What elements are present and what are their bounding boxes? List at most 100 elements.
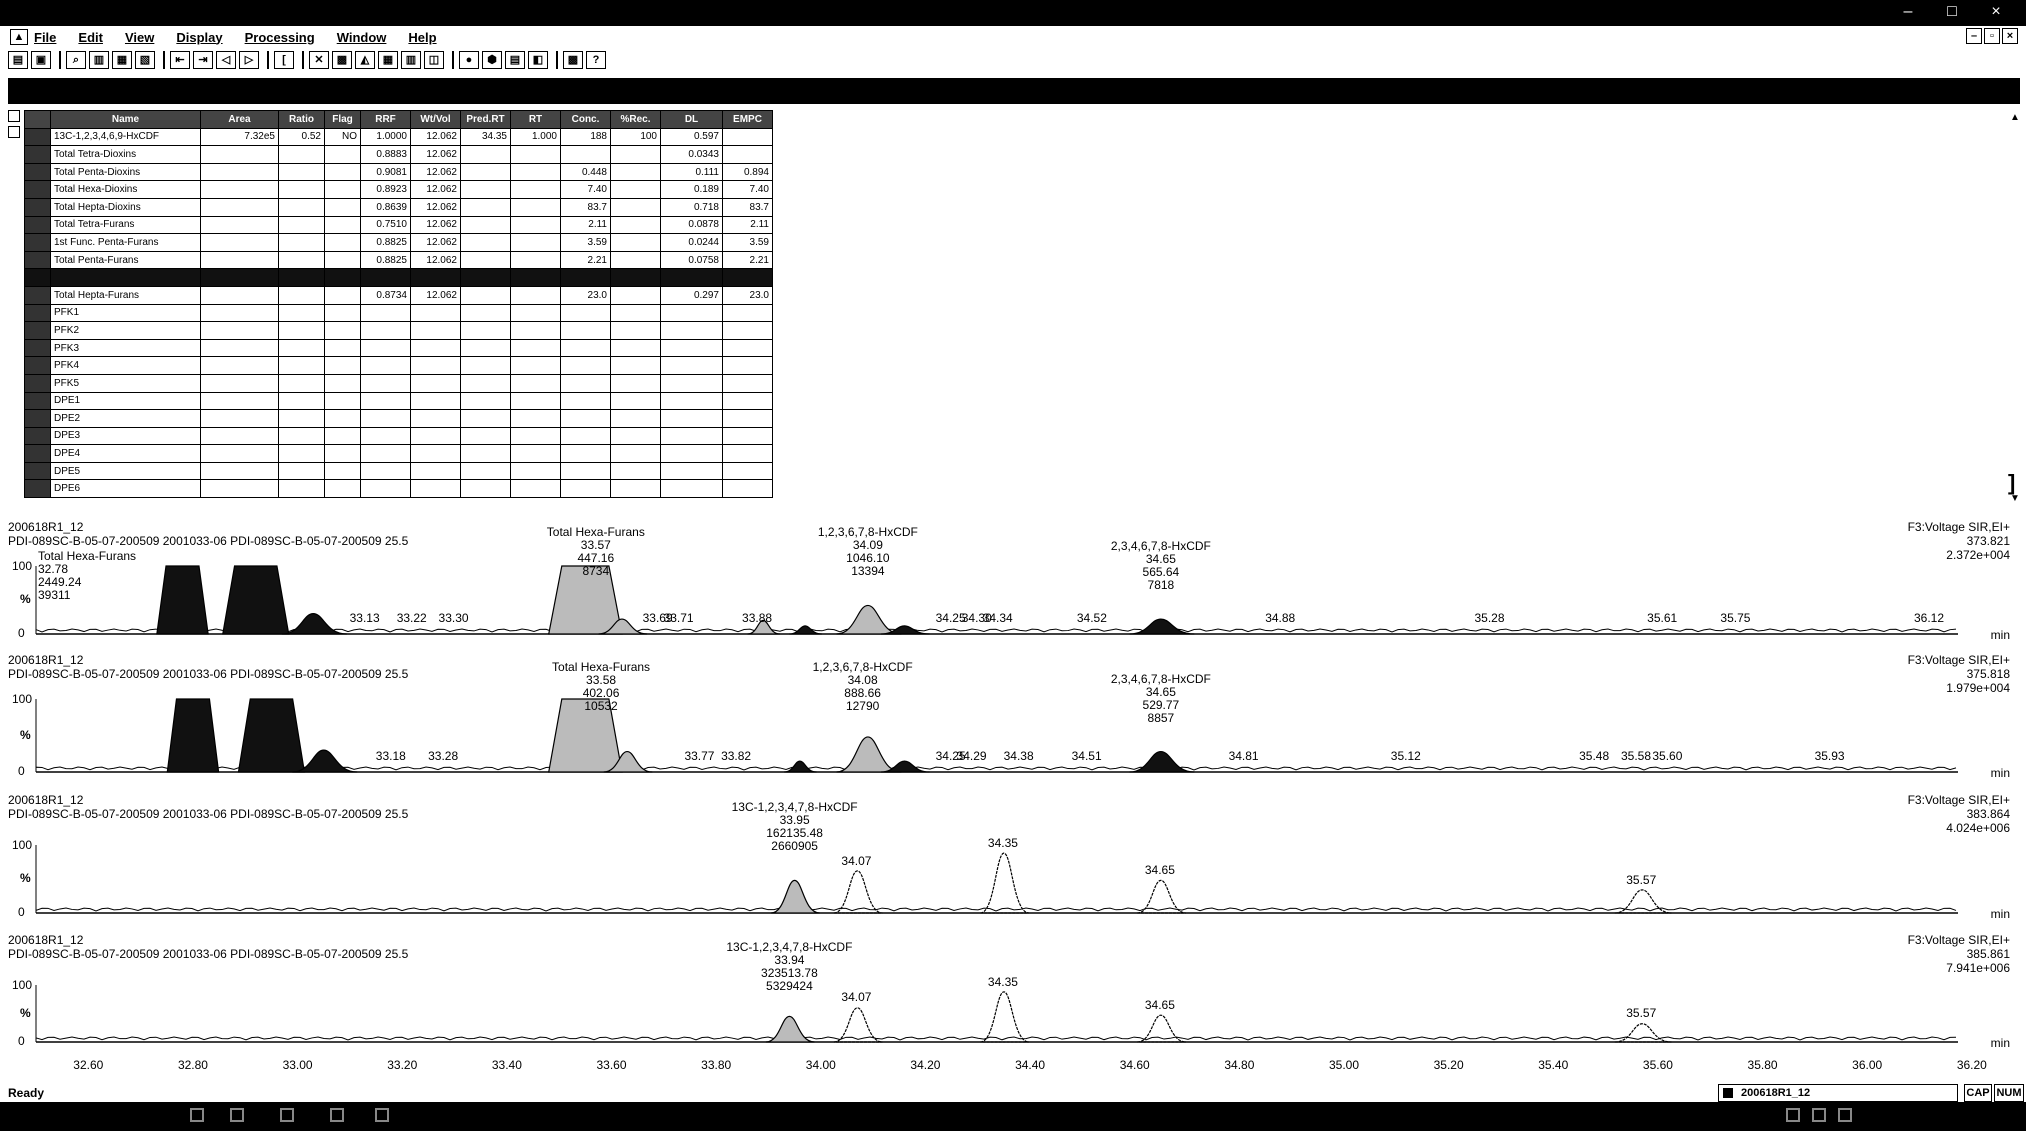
tray-icon[interactable] xyxy=(1786,1108,1800,1122)
table-row[interactable]: PFK4 xyxy=(24,356,773,375)
copy-chrom-icon[interactable]: ▧ xyxy=(135,51,155,69)
tray-icon[interactable] xyxy=(1812,1108,1826,1122)
table-row[interactable]: DPE1 xyxy=(24,391,773,411)
chrom-icon[interactable]: ◭ xyxy=(355,51,375,69)
table-cell: 23.0 xyxy=(560,285,611,305)
menu-edit[interactable]: Edit xyxy=(78,30,103,45)
menu-file[interactable]: File xyxy=(34,30,56,45)
scroll-up-arrow-icon[interactable]: ▲ xyxy=(2008,112,2022,123)
table-cell xyxy=(460,409,511,428)
open-icon[interactable]: ▤ xyxy=(8,51,28,69)
zoom-icon[interactable]: ⌕ xyxy=(66,51,86,69)
close-button[interactable]: × xyxy=(1974,0,2018,26)
bracket-icon[interactable]: [ xyxy=(274,51,294,69)
trace-plot[interactable] xyxy=(8,520,2020,650)
list-icon[interactable]: ▤ xyxy=(505,51,525,69)
app-icon[interactable]: ▲ xyxy=(10,29,28,45)
table-header-pred-rt[interactable]: Pred.RT xyxy=(460,110,511,129)
table-row[interactable] xyxy=(24,268,773,287)
arrow-left-icon[interactable]: ◁ xyxy=(216,51,236,69)
table-row[interactable]: 13C-1,2,3,4,6,9-HxCDF 7.32e5 0.52 NO 1.0000 1… xyxy=(24,127,773,147)
taskbar-icon[interactable] xyxy=(230,1108,244,1122)
table-cell xyxy=(660,479,723,499)
table-row[interactable]: 1st Func. Penta-Furans 0.8825 12.062 3.59 0.… xyxy=(24,233,773,252)
menu-display[interactable]: Display xyxy=(176,30,222,45)
mdi-close-button[interactable]: × xyxy=(2002,28,2018,44)
taskbar-icon[interactable] xyxy=(330,1108,344,1122)
display-icon[interactable]: ▩ xyxy=(332,51,352,69)
arrow-right-icon[interactable]: ▷ xyxy=(239,51,259,69)
table-row[interactable]: PFK5 xyxy=(24,373,773,393)
table-icon[interactable]: ▥ xyxy=(401,51,421,69)
table-header-wt-vol[interactable]: Wt/Vol xyxy=(410,110,461,129)
row-status-icon xyxy=(24,215,51,235)
taskbar-icon[interactable] xyxy=(280,1108,294,1122)
table-row[interactable]: Total Tetra-Furans 0.7510 12.062 2.11 0.0878… xyxy=(24,215,773,235)
peak-left-icon[interactable]: ⇤ xyxy=(170,51,190,69)
trace-plot[interactable] xyxy=(8,793,2020,929)
table-header-flag[interactable]: Flag xyxy=(324,110,361,129)
settings-icon[interactable]: ⬢ xyxy=(482,51,502,69)
save-icon[interactable]: ▣ xyxy=(31,51,51,69)
menu-help[interactable]: Help xyxy=(408,30,436,45)
table-row[interactable]: PFK1 xyxy=(24,303,773,323)
table-scrollbar[interactable]: ▲ ▼ xyxy=(2008,112,2022,504)
table-header-name[interactable]: Name xyxy=(50,110,201,129)
side-icon[interactable] xyxy=(8,126,20,138)
minimize-button[interactable]: – xyxy=(1886,0,1930,26)
printer-icon[interactable]: ▩ xyxy=(563,51,583,69)
book-icon[interactable]: ◫ xyxy=(424,51,444,69)
table-header-area[interactable]: Area xyxy=(200,110,279,129)
table-cell: 0.8923 xyxy=(360,180,411,199)
table-row[interactable]: Total Tetra-Dioxins 0.8883 12.062 0.0343 xyxy=(24,145,773,164)
table-row[interactable]: Total Hepta-Furans 0.8734 12.062 23.0 0.297 2… xyxy=(24,285,773,305)
delete-icon[interactable]: ✕ xyxy=(309,51,329,69)
taskbar-icon[interactable] xyxy=(190,1108,204,1122)
table-row[interactable]: PFK3 xyxy=(24,338,773,358)
menu-processing[interactable]: Processing xyxy=(245,30,315,45)
row-status-icon xyxy=(24,409,51,428)
chromatogram-trace-2[interactable]: 200618R1_12 PDI-089SC-B-05-07-200509 2001… xyxy=(8,653,2020,788)
chromatogram-trace-1[interactable]: 200618R1_12 PDI-089SC-B-05-07-200509 2001… xyxy=(8,520,2020,650)
table-row[interactable]: Total Penta-Furans 0.8825 12.062 2.21 0.0758… xyxy=(24,250,773,270)
chromatogram-trace-3[interactable]: 200618R1_12 PDI-089SC-B-05-07-200509 2001… xyxy=(8,793,2020,929)
circle-icon[interactable]: ● xyxy=(459,51,479,69)
table-row[interactable]: DPE5 xyxy=(24,461,773,481)
mdi-restore-button[interactable]: ▫ xyxy=(1984,28,2000,44)
menu-window[interactable]: Window xyxy=(337,30,387,45)
x-axis-tick-label: 34.80 xyxy=(1224,1058,1255,1072)
table-row[interactable]: PFK2 xyxy=(24,321,773,340)
tray-icon[interactable] xyxy=(1838,1108,1852,1122)
splitter-bracket-icon[interactable]: ] xyxy=(2008,470,2015,496)
side-icon[interactable] xyxy=(8,110,20,122)
spectrum-icon[interactable]: ▦ xyxy=(378,51,398,69)
window-icon[interactable]: ◧ xyxy=(528,51,548,69)
table-header--rec[interactable]: %Rec. xyxy=(610,110,661,129)
table-row[interactable]: DPE2 xyxy=(24,409,773,428)
trace-plot[interactable] xyxy=(8,653,2020,788)
table-row[interactable]: Total Hexa-Dioxins 0.8923 12.062 7.40 0.189 7… xyxy=(24,180,773,199)
peak-right-icon[interactable]: ⇥ xyxy=(193,51,213,69)
table-row[interactable]: DPE6 xyxy=(24,479,773,499)
maximize-button[interactable]: □ xyxy=(1930,0,1974,26)
table-header-rt[interactable]: RT xyxy=(510,110,561,129)
mdi-minimize-button[interactable]: – xyxy=(1966,28,1982,44)
table-row[interactable]: DPE3 xyxy=(24,426,773,446)
table-header-rrf[interactable]: RRF xyxy=(360,110,411,129)
table-cell xyxy=(510,180,561,199)
print-icon[interactable]: ▥ xyxy=(89,51,109,69)
taskbar-icon[interactable] xyxy=(375,1108,389,1122)
table-header-dl[interactable]: DL xyxy=(660,110,723,129)
table-header-ratio[interactable]: Ratio xyxy=(278,110,325,129)
help-icon[interactable]: ? xyxy=(586,51,606,69)
table-row[interactable]: Total Hepta-Dioxins 0.8639 12.062 83.7 0.718… xyxy=(24,197,773,217)
chromatogram-trace-4[interactable]: 200618R1_12 PDI-089SC-B-05-07-200509 2001… xyxy=(8,933,2020,1058)
table-header-conc[interactable]: Conc. xyxy=(560,110,611,129)
menu-view[interactable]: View xyxy=(125,30,154,45)
table-row[interactable]: Total Penta-Dioxins 0.9081 12.062 0.448 0.11… xyxy=(24,162,773,182)
table-row[interactable]: DPE4 xyxy=(24,444,773,463)
copy-icon[interactable]: ▦ xyxy=(112,51,132,69)
table-header-empc[interactable]: EMPC xyxy=(722,110,773,129)
trace-plot[interactable] xyxy=(8,933,2020,1058)
x-axis-tick-label: 33.60 xyxy=(596,1058,627,1072)
